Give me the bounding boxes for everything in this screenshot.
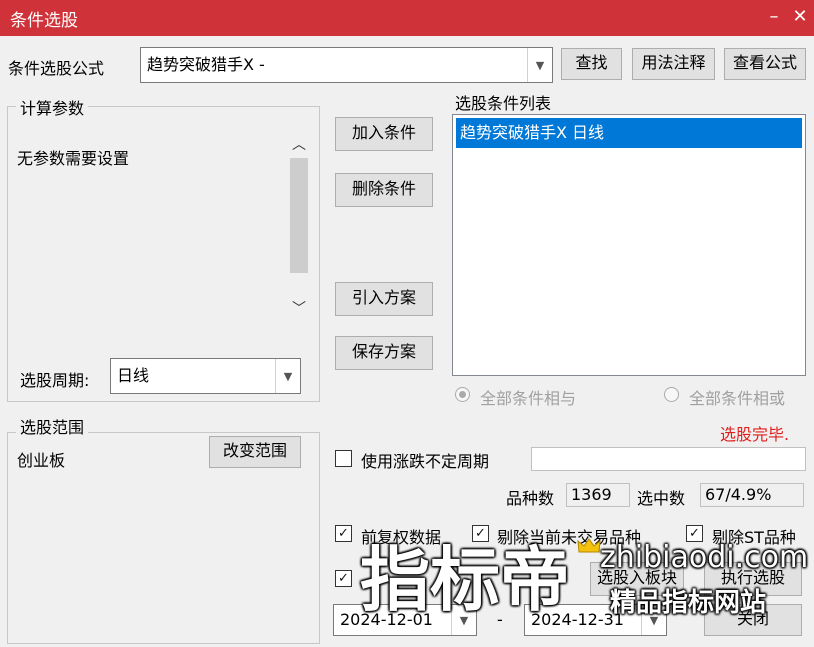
window-title: 条件选股 [10, 11, 78, 31]
chevron-down-icon[interactable]: ▼ [275, 359, 300, 393]
formula-value: 趋势突破猎手X - [147, 55, 265, 74]
or-radio[interactable] [664, 387, 679, 402]
and-label: 全部条件相与 [480, 389, 577, 408]
usage-button[interactable]: 用法注释 [632, 48, 715, 80]
status-text: 选股完毕. [720, 425, 790, 444]
variable-period-checkbox[interactable] [335, 450, 352, 467]
save-scheme-button[interactable]: 保存方案 [335, 336, 433, 370]
view-formula-button[interactable]: 查看公式 [724, 48, 806, 80]
close-icon[interactable]: ✕ [786, 4, 814, 30]
variable-period-input[interactable] [531, 447, 806, 471]
scroll-thumb[interactable] [290, 158, 308, 273]
params-message: 无参数需要设置 [17, 149, 130, 168]
conditions-label: 选股条件列表 [455, 94, 552, 113]
import-scheme-button[interactable]: 引入方案 [335, 282, 433, 316]
add-condition-button[interactable]: 加入条件 [335, 117, 433, 151]
remove-condition-button[interactable]: 删除条件 [335, 173, 433, 207]
option-checkbox[interactable]: ✓ [335, 570, 352, 587]
params-scrollbar[interactable]: ︿ ﹀ [288, 130, 310, 320]
count-label: 品种数 [506, 489, 555, 508]
change-scope-button[interactable]: 改变范围 [209, 436, 301, 468]
selected-label: 选中数 [637, 489, 686, 508]
watermark-logo: 指标帝 [360, 539, 570, 621]
search-button[interactable]: 查找 [561, 48, 622, 80]
list-item[interactable]: 趋势突破猎手X 日线 [456, 118, 802, 148]
watermark-url: zhibiaodi.com [600, 540, 809, 575]
conditions-list[interactable]: 趋势突破猎手X 日线 [452, 114, 806, 376]
selected-value: 67/4.9% [700, 483, 804, 507]
scope-group-label: 选股范围 [16, 414, 89, 438]
variable-period-label: 使用涨跌不定周期 [361, 452, 490, 471]
scroll-down-icon[interactable]: ﹀ [292, 298, 306, 318]
chevron-down-icon[interactable]: ▼ [527, 48, 552, 82]
title-bar: 条件选股 – ✕ [0, 0, 814, 36]
params-group-label: 计算参数 [16, 95, 89, 119]
adjusted-checkbox[interactable]: ✓ [335, 525, 352, 542]
crown-icon [577, 538, 601, 554]
scroll-up-icon[interactable]: ︿ [292, 134, 306, 154]
watermark-tagline: 精品指标网站 [610, 588, 767, 618]
count-value: 1369 [566, 483, 630, 507]
and-radio[interactable] [455, 387, 470, 402]
or-label: 全部条件相或 [689, 389, 786, 408]
period-value: 日线 [117, 366, 150, 385]
scope-value: 创业板 [17, 451, 66, 470]
minimize-icon[interactable]: – [760, 4, 788, 30]
formula-combo[interactable]: 趋势突破猎手X - ▼ [140, 47, 553, 83]
formula-label: 条件选股公式 [8, 59, 105, 78]
period-combo[interactable]: 日线 ▼ [110, 358, 301, 394]
period-label: 选股周期: [20, 371, 90, 390]
